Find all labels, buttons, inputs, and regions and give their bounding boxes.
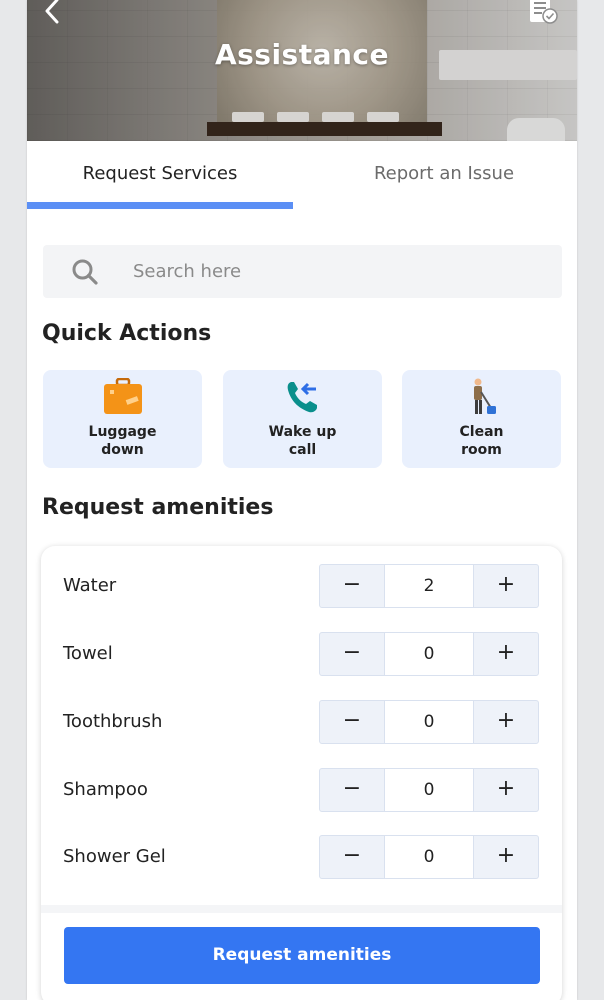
- search-input[interactable]: [133, 245, 543, 298]
- amenity-row-toothbrush: Toothbrush − 0 +: [41, 700, 562, 744]
- amenity-name: Toothbrush: [63, 711, 163, 732]
- decrement-button[interactable]: −: [320, 565, 384, 607]
- tab-bar: Request Services Report an Issue: [27, 141, 577, 209]
- page-title: Assistance: [214, 38, 390, 71]
- increment-button[interactable]: +: [474, 565, 538, 607]
- quantity-stepper: − 0 +: [319, 835, 539, 879]
- active-tab-indicator: [27, 202, 293, 209]
- amenity-row-shampoo: Shampoo − 0 +: [41, 768, 562, 812]
- amenity-name: Shampoo: [63, 779, 148, 800]
- quantity-stepper: − 0 +: [319, 700, 539, 744]
- amenity-row-shower-gel: Shower Gel − 0 +: [41, 835, 562, 879]
- decrement-button[interactable]: −: [320, 633, 384, 675]
- tab-request-services[interactable]: Request Services: [27, 141, 293, 209]
- document-check-icon: [530, 0, 558, 24]
- quantity-stepper: − 2 +: [319, 564, 539, 608]
- amenity-name: Water: [63, 575, 117, 596]
- tab-report-issue[interactable]: Report an Issue: [311, 141, 577, 209]
- increment-button[interactable]: +: [474, 701, 538, 743]
- divider: [41, 905, 562, 913]
- request-amenities-heading: Request amenities: [42, 495, 274, 520]
- app-screen: Assistance Request Services Report an Is…: [27, 0, 577, 1000]
- quantity-value[interactable]: 0: [384, 769, 474, 811]
- quick-action-luggage-down[interactable]: Luggage down: [43, 370, 202, 468]
- main-content: Quick Actions Luggagedown Wake upcall: [27, 209, 577, 1000]
- amenities-card: Water − 2 + Towel − 0 + Toothbrush − 0 +…: [41, 546, 562, 1000]
- search-bar[interactable]: [43, 245, 562, 298]
- amenity-name: Towel: [63, 643, 113, 664]
- quick-actions-heading: Quick Actions: [42, 321, 212, 346]
- decrement-button[interactable]: −: [320, 836, 384, 878]
- increment-button[interactable]: +: [474, 633, 538, 675]
- decrement-button[interactable]: −: [320, 769, 384, 811]
- cleaning-person-icon: [474, 378, 496, 414]
- increment-button[interactable]: +: [474, 836, 538, 878]
- quantity-stepper: − 0 +: [319, 768, 539, 812]
- history-button[interactable]: [527, 0, 561, 26]
- quantity-value[interactable]: 0: [384, 633, 474, 675]
- phone-call-icon: [287, 382, 317, 413]
- quantity-value[interactable]: 0: [384, 701, 474, 743]
- request-amenities-button[interactable]: Request amenities: [64, 927, 540, 984]
- decrement-button[interactable]: −: [320, 701, 384, 743]
- quick-action-clean-room[interactable]: Clean room: [402, 370, 561, 468]
- quantity-value[interactable]: 0: [384, 836, 474, 878]
- quick-action-wake-up-call[interactable]: Wake up call: [223, 370, 382, 468]
- luggage-icon: [104, 378, 142, 414]
- amenity-row-towel: Towel − 0 +: [41, 632, 562, 676]
- back-button[interactable]: [38, 0, 68, 26]
- chevron-left-icon: [45, 0, 59, 24]
- search-icon: [72, 259, 98, 285]
- quantity-value[interactable]: 2: [384, 565, 474, 607]
- increment-button[interactable]: +: [474, 769, 538, 811]
- quantity-stepper: − 0 +: [319, 632, 539, 676]
- quick-action-label: Clean room: [459, 424, 504, 458]
- quick-action-label: Wake up call: [268, 424, 337, 458]
- quick-action-label: Luggage down: [88, 424, 157, 458]
- amenity-name: Shower Gel: [63, 846, 166, 867]
- amenity-row-water: Water − 2 +: [41, 564, 562, 608]
